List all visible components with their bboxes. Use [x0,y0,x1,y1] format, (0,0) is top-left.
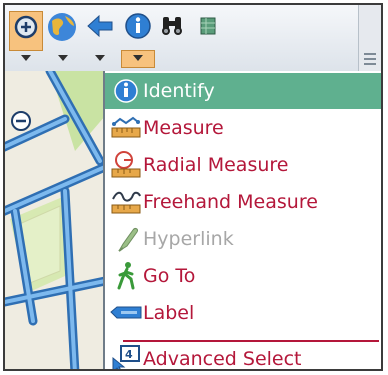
identify-tool[interactable] [121,11,155,51]
ruler-icon [111,116,141,138]
menu-item-radial-measure[interactable]: Radial Measure [105,147,381,183]
menu-item-label-tool[interactable]: Label [105,295,381,331]
globe-dropdown-arrow[interactable] [58,55,68,61]
menu-item-advanced-select[interactable]: 4 Advanced Select [105,341,381,370]
info-icon [125,13,151,39]
menu-item-hyperlink[interactable]: Hyperlink [105,221,381,257]
zoom-dropdown-arrow[interactable] [21,55,31,61]
menu-item-label: Radial Measure [143,154,289,176]
map-view[interactable] [5,71,105,369]
menu-item-measure[interactable]: Measure [105,110,381,146]
menu-item-label: Advanced Select [143,348,302,370]
map-sheet-icon [200,17,216,35]
globe-tool[interactable] [45,11,79,51]
back-arrow-icon [87,14,113,38]
zoom-in-icon [14,15,38,39]
binoculars-icon [162,17,182,35]
map-toolbar [5,5,381,72]
label-icon [110,306,142,319]
menu-item-label: Identify [143,80,215,102]
radial-ruler-icon [111,151,141,178]
globe-icon [48,13,76,41]
menu-item-label: Go To [143,265,196,287]
map-zoom-out-icon [11,111,31,131]
find-tool[interactable] [155,11,189,51]
zoom-in-tool[interactable] [9,11,43,51]
menu-item-label: Freehand Measure [143,191,318,213]
app-frame: Identify Measure Radial Measure Freehand… [3,3,383,371]
map-canvas [5,71,105,369]
menu-item-label: Measure [143,117,224,139]
menu-item-identify[interactable]: Identify [105,73,381,109]
menu-item-freehand-measure[interactable]: Freehand Measure [105,184,381,220]
identify-dropdown-menu: Identify Measure Radial Measure Freehand… [103,71,381,370]
hyperlink-icon [118,228,138,252]
identify-dropdown-arrow[interactable] [133,55,143,61]
scroll-grip-icon [364,53,376,65]
back-dropdown-arrow[interactable] [95,55,105,61]
menu-item-go-to[interactable]: Go To [105,258,381,294]
menu-item-label: Label [143,302,195,324]
freehand-ruler-icon [111,191,141,214]
back-tool[interactable] [83,11,117,51]
info-icon [114,79,138,103]
map-sheet-tool[interactable] [191,11,225,51]
svg-text:4: 4 [125,348,133,361]
toolbar-scrollbar[interactable] [358,5,381,71]
select-arrow-icon: 4 [112,345,140,369]
menu-item-label: Hyperlink [143,228,234,250]
walking-person-icon [117,262,135,290]
